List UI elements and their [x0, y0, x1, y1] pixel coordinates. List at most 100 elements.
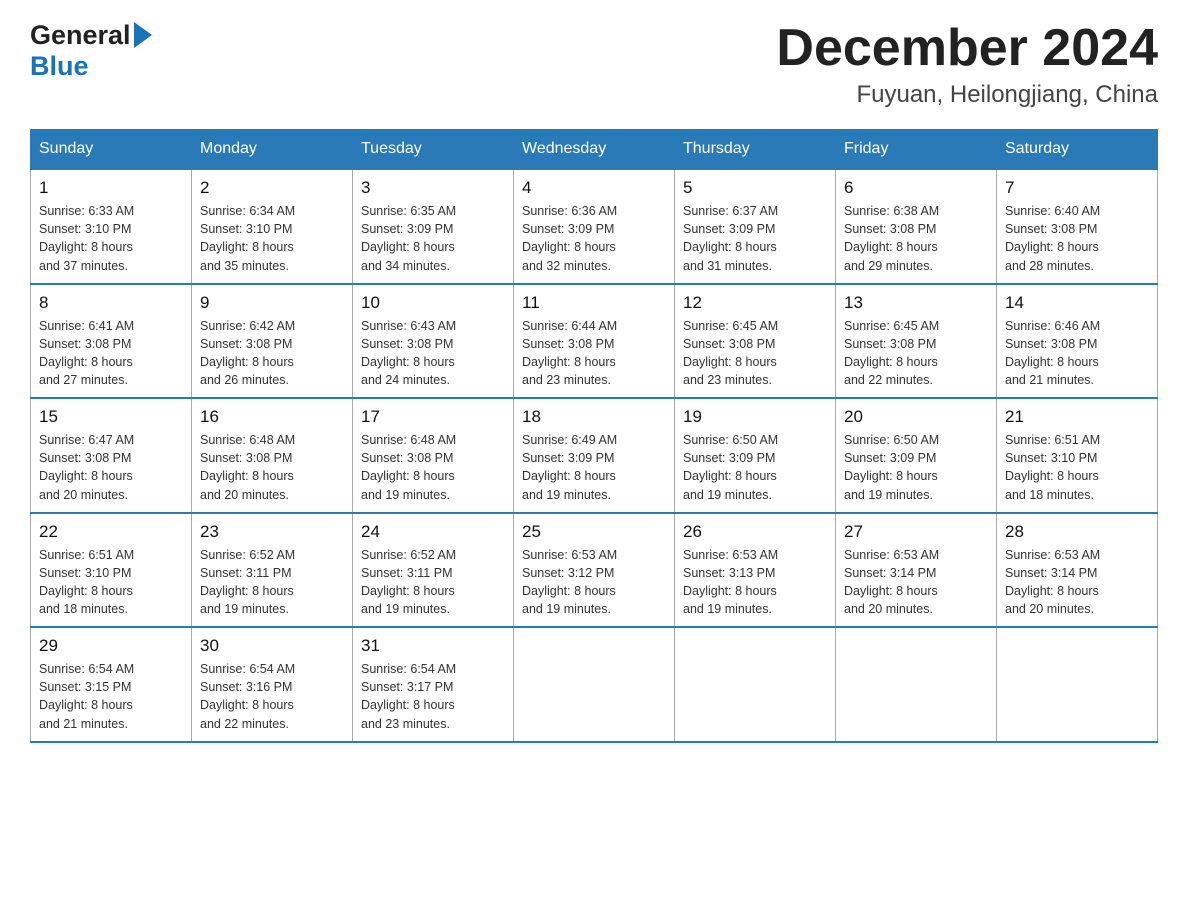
day-info: Sunrise: 6:54 AMSunset: 3:17 PMDaylight:…	[361, 662, 456, 730]
calendar-cell	[836, 627, 997, 742]
logo-blue-text: Blue	[30, 51, 89, 81]
weekday-header-thursday: Thursday	[675, 130, 836, 170]
day-number: 23	[200, 522, 344, 542]
day-number: 11	[522, 293, 666, 313]
day-number: 15	[39, 407, 183, 427]
location-title: Fuyuan, Heilongjiang, China	[776, 81, 1158, 109]
day-number: 18	[522, 407, 666, 427]
calendar-cell: 20 Sunrise: 6:50 AMSunset: 3:09 PMDaylig…	[836, 398, 997, 513]
logo-general-text: General	[30, 20, 131, 51]
day-info: Sunrise: 6:35 AMSunset: 3:09 PMDaylight:…	[361, 204, 456, 272]
calendar-cell: 21 Sunrise: 6:51 AMSunset: 3:10 PMDaylig…	[997, 398, 1158, 513]
day-number: 16	[200, 407, 344, 427]
day-info: Sunrise: 6:54 AMSunset: 3:15 PMDaylight:…	[39, 662, 134, 730]
day-info: Sunrise: 6:42 AMSunset: 3:08 PMDaylight:…	[200, 319, 295, 387]
day-info: Sunrise: 6:40 AMSunset: 3:08 PMDaylight:…	[1005, 204, 1100, 272]
day-info: Sunrise: 6:48 AMSunset: 3:08 PMDaylight:…	[361, 433, 456, 501]
weekday-header-row: SundayMondayTuesdayWednesdayThursdayFrid…	[31, 130, 1158, 170]
weekday-header-wednesday: Wednesday	[514, 130, 675, 170]
day-number: 19	[683, 407, 827, 427]
calendar-cell: 7 Sunrise: 6:40 AMSunset: 3:08 PMDayligh…	[997, 169, 1158, 284]
calendar-cell: 26 Sunrise: 6:53 AMSunset: 3:13 PMDaylig…	[675, 513, 836, 628]
day-number: 3	[361, 178, 505, 198]
day-info: Sunrise: 6:52 AMSunset: 3:11 PMDaylight:…	[361, 548, 456, 616]
calendar-cell: 3 Sunrise: 6:35 AMSunset: 3:09 PMDayligh…	[353, 169, 514, 284]
calendar-cell: 2 Sunrise: 6:34 AMSunset: 3:10 PMDayligh…	[192, 169, 353, 284]
day-number: 10	[361, 293, 505, 313]
day-info: Sunrise: 6:45 AMSunset: 3:08 PMDaylight:…	[683, 319, 778, 387]
day-number: 9	[200, 293, 344, 313]
calendar-week-row: 1 Sunrise: 6:33 AMSunset: 3:10 PMDayligh…	[31, 169, 1158, 284]
day-number: 4	[522, 178, 666, 198]
day-info: Sunrise: 6:49 AMSunset: 3:09 PMDaylight:…	[522, 433, 617, 501]
day-number: 12	[683, 293, 827, 313]
day-info: Sunrise: 6:33 AMSunset: 3:10 PMDaylight:…	[39, 204, 134, 272]
day-number: 2	[200, 178, 344, 198]
calendar-cell: 1 Sunrise: 6:33 AMSunset: 3:10 PMDayligh…	[31, 169, 192, 284]
day-info: Sunrise: 6:36 AMSunset: 3:09 PMDaylight:…	[522, 204, 617, 272]
day-number: 31	[361, 636, 505, 656]
calendar-cell: 31 Sunrise: 6:54 AMSunset: 3:17 PMDaylig…	[353, 627, 514, 742]
calendar-cell: 8 Sunrise: 6:41 AMSunset: 3:08 PMDayligh…	[31, 284, 192, 399]
day-number: 20	[844, 407, 988, 427]
calendar-week-row: 8 Sunrise: 6:41 AMSunset: 3:08 PMDayligh…	[31, 284, 1158, 399]
weekday-header-monday: Monday	[192, 130, 353, 170]
calendar-cell: 18 Sunrise: 6:49 AMSunset: 3:09 PMDaylig…	[514, 398, 675, 513]
day-number: 1	[39, 178, 183, 198]
calendar-cell: 22 Sunrise: 6:51 AMSunset: 3:10 PMDaylig…	[31, 513, 192, 628]
day-number: 6	[844, 178, 988, 198]
day-number: 22	[39, 522, 183, 542]
day-info: Sunrise: 6:53 AMSunset: 3:12 PMDaylight:…	[522, 548, 617, 616]
calendar-cell	[675, 627, 836, 742]
day-info: Sunrise: 6:52 AMSunset: 3:11 PMDaylight:…	[200, 548, 295, 616]
logo-area: General Blue	[30, 20, 152, 82]
day-info: Sunrise: 6:53 AMSunset: 3:14 PMDaylight:…	[1005, 548, 1100, 616]
weekday-header-saturday: Saturday	[997, 130, 1158, 170]
calendar-cell: 23 Sunrise: 6:52 AMSunset: 3:11 PMDaylig…	[192, 513, 353, 628]
day-info: Sunrise: 6:48 AMSunset: 3:08 PMDaylight:…	[200, 433, 295, 501]
calendar-cell: 4 Sunrise: 6:36 AMSunset: 3:09 PMDayligh…	[514, 169, 675, 284]
day-number: 26	[683, 522, 827, 542]
day-info: Sunrise: 6:46 AMSunset: 3:08 PMDaylight:…	[1005, 319, 1100, 387]
calendar-cell	[514, 627, 675, 742]
day-info: Sunrise: 6:38 AMSunset: 3:08 PMDaylight:…	[844, 204, 939, 272]
day-info: Sunrise: 6:37 AMSunset: 3:09 PMDaylight:…	[683, 204, 778, 272]
title-area: December 2024 Fuyuan, Heilongjiang, Chin…	[776, 20, 1158, 109]
day-number: 13	[844, 293, 988, 313]
day-number: 14	[1005, 293, 1149, 313]
day-info: Sunrise: 6:53 AMSunset: 3:14 PMDaylight:…	[844, 548, 939, 616]
calendar-cell: 30 Sunrise: 6:54 AMSunset: 3:16 PMDaylig…	[192, 627, 353, 742]
calendar-cell: 15 Sunrise: 6:47 AMSunset: 3:08 PMDaylig…	[31, 398, 192, 513]
calendar-cell: 27 Sunrise: 6:53 AMSunset: 3:14 PMDaylig…	[836, 513, 997, 628]
day-number: 25	[522, 522, 666, 542]
calendar-cell: 14 Sunrise: 6:46 AMSunset: 3:08 PMDaylig…	[997, 284, 1158, 399]
calendar-cell: 11 Sunrise: 6:44 AMSunset: 3:08 PMDaylig…	[514, 284, 675, 399]
day-number: 27	[844, 522, 988, 542]
weekday-header-friday: Friday	[836, 130, 997, 170]
calendar-cell: 9 Sunrise: 6:42 AMSunset: 3:08 PMDayligh…	[192, 284, 353, 399]
calendar-cell: 5 Sunrise: 6:37 AMSunset: 3:09 PMDayligh…	[675, 169, 836, 284]
day-info: Sunrise: 6:44 AMSunset: 3:08 PMDaylight:…	[522, 319, 617, 387]
calendar-cell: 19 Sunrise: 6:50 AMSunset: 3:09 PMDaylig…	[675, 398, 836, 513]
month-title: December 2024	[776, 20, 1158, 77]
calendar-cell: 29 Sunrise: 6:54 AMSunset: 3:15 PMDaylig…	[31, 627, 192, 742]
calendar-cell: 6 Sunrise: 6:38 AMSunset: 3:08 PMDayligh…	[836, 169, 997, 284]
day-info: Sunrise: 6:43 AMSunset: 3:08 PMDaylight:…	[361, 319, 456, 387]
day-number: 21	[1005, 407, 1149, 427]
day-number: 7	[1005, 178, 1149, 198]
weekday-header-sunday: Sunday	[31, 130, 192, 170]
day-number: 24	[361, 522, 505, 542]
day-info: Sunrise: 6:50 AMSunset: 3:09 PMDaylight:…	[683, 433, 778, 501]
calendar-cell: 25 Sunrise: 6:53 AMSunset: 3:12 PMDaylig…	[514, 513, 675, 628]
day-info: Sunrise: 6:34 AMSunset: 3:10 PMDaylight:…	[200, 204, 295, 272]
day-number: 28	[1005, 522, 1149, 542]
calendar-cell: 16 Sunrise: 6:48 AMSunset: 3:08 PMDaylig…	[192, 398, 353, 513]
day-info: Sunrise: 6:41 AMSunset: 3:08 PMDaylight:…	[39, 319, 134, 387]
day-info: Sunrise: 6:47 AMSunset: 3:08 PMDaylight:…	[39, 433, 134, 501]
day-info: Sunrise: 6:51 AMSunset: 3:10 PMDaylight:…	[1005, 433, 1100, 501]
calendar-table: SundayMondayTuesdayWednesdayThursdayFrid…	[30, 129, 1158, 743]
calendar-cell	[997, 627, 1158, 742]
day-info: Sunrise: 6:53 AMSunset: 3:13 PMDaylight:…	[683, 548, 778, 616]
day-number: 5	[683, 178, 827, 198]
day-number: 17	[361, 407, 505, 427]
